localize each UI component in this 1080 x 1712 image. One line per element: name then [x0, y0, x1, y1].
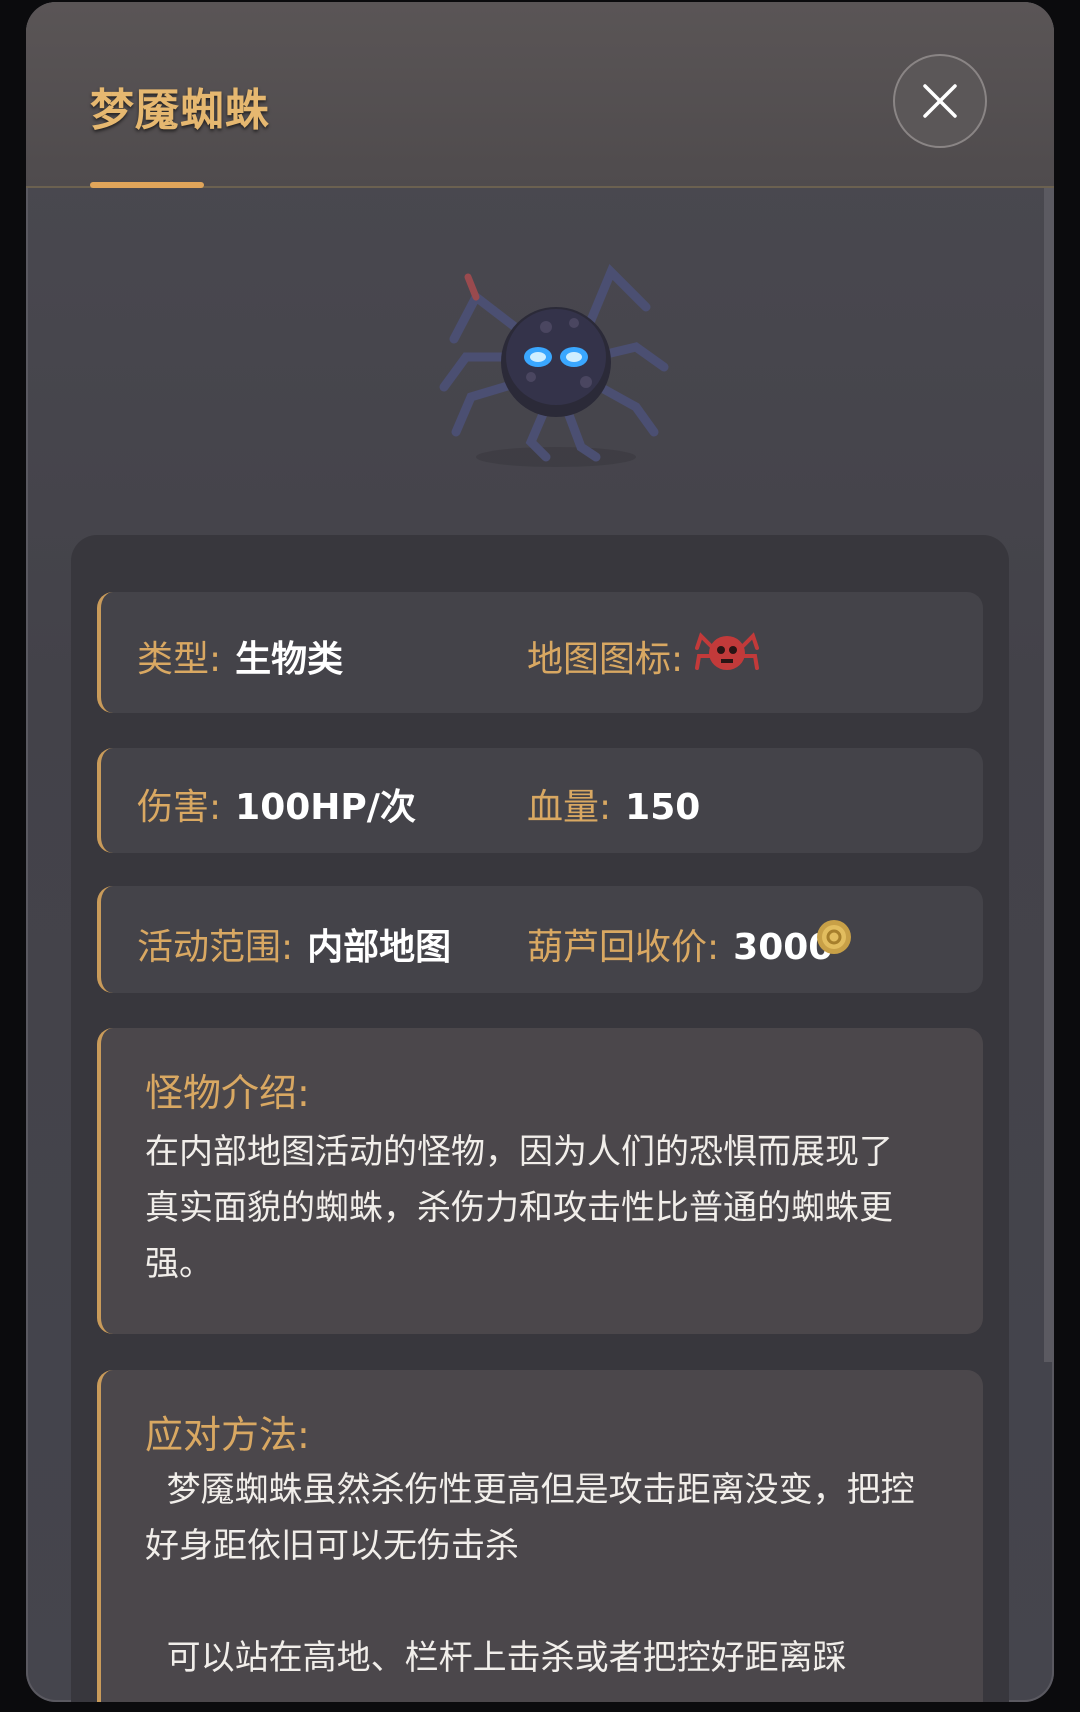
range-field: 活动范围: 内部地图 — [137, 918, 451, 970]
info-row-range: 活动范围: 内部地图 葫芦回收价: 3000 — [97, 886, 983, 993]
hp-label: 血量: — [527, 787, 612, 828]
close-button[interactable] — [893, 54, 987, 148]
spider-icon — [439, 264, 669, 467]
type-value: 生物类 — [235, 639, 344, 680]
scrollbar[interactable] — [1044, 188, 1054, 1362]
hp-field: 血量: 150 — [527, 778, 700, 830]
strategy-title: 应对方法: — [145, 1413, 310, 1457]
range-value: 内部地图 — [307, 927, 452, 968]
strategy-text: 梦魇蜘蛛虽然杀伤性更高但是攻击距离没变，把控好身距依旧可以无伤击杀 可以站在高地… — [145, 1470, 915, 1678]
close-icon — [923, 84, 957, 118]
hp-value: 150 — [625, 787, 701, 828]
range-label: 活动范围: — [137, 927, 294, 968]
intro-text: 在内部地图活动的怪物，因为人们的恐惧而展现了真实面貌的蜘蛛，杀伤力和攻击性比普通… — [145, 1132, 893, 1284]
price-label: 葫芦回收价: — [527, 927, 720, 968]
strategy-section: 应对方法: 梦魇蜘蛛虽然杀伤性更高但是攻击距离没变，把控好身距依旧可以无伤击杀 … — [97, 1370, 983, 1702]
info-row-type: 类型: 生物类 地图图标: — [97, 592, 983, 713]
price-field: 葫芦回收价: 3000 — [527, 918, 833, 970]
type-field: 类型: 生物类 — [137, 630, 343, 682]
monster-detail-panel: 梦魇蜘蛛 类型: 生物类 地图图标: 伤害: 100HP/次 血量: 150 活… — [26, 2, 1054, 1702]
map-icon-field: 地图图标: — [527, 630, 683, 682]
title-underline — [90, 182, 204, 188]
damage-value: 100HP/次 — [235, 787, 416, 828]
intro-title: 怪物介绍: — [145, 1071, 310, 1115]
panel-header: 梦魇蜘蛛 — [26, 2, 1054, 188]
damage-field: 伤害: 100HP/次 — [137, 778, 416, 830]
map-icon-label: 地图图标: — [527, 639, 684, 680]
damage-label: 伤害: — [137, 787, 222, 828]
info-card: 类型: 生物类 地图图标: 伤害: 100HP/次 血量: 150 活动范围: … — [71, 535, 1009, 1702]
info-row-damage: 伤害: 100HP/次 血量: 150 — [97, 748, 983, 853]
page-title: 梦魇蜘蛛 — [90, 85, 270, 136]
gold-coin-icon — [817, 920, 851, 954]
red-spider-icon — [695, 632, 759, 670]
monster-intro-section: 怪物介绍: 在内部地图活动的怪物，因为人们的恐惧而展现了真实面貌的蜘蛛，杀伤力和… — [97, 1028, 983, 1334]
type-label: 类型: — [137, 639, 222, 680]
